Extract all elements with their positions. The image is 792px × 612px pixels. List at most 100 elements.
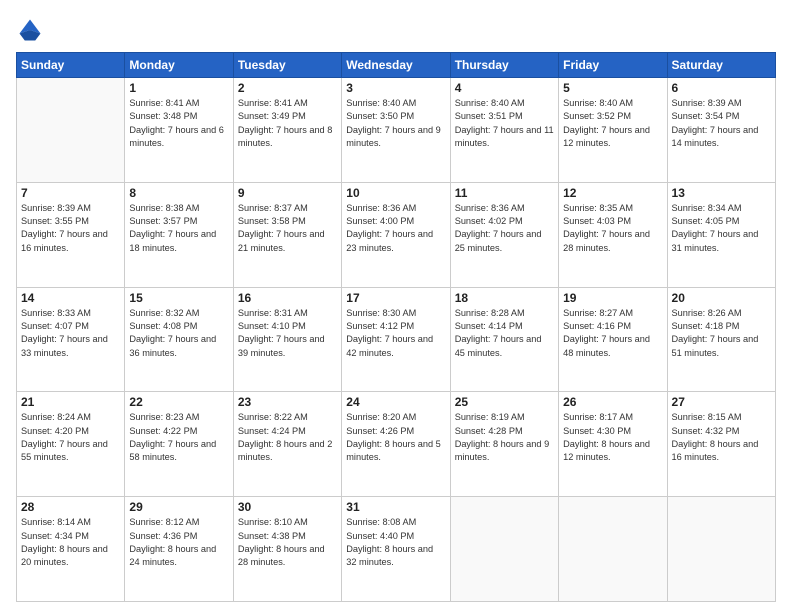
day-info: Sunrise: 8:41 AM Sunset: 3:49 PM Dayligh…: [238, 97, 337, 150]
day-info: Sunrise: 8:32 AM Sunset: 4:08 PM Dayligh…: [129, 307, 228, 360]
weekday-header-thursday: Thursday: [450, 53, 558, 78]
day-info: Sunrise: 8:40 AM Sunset: 3:50 PM Dayligh…: [346, 97, 445, 150]
day-cell: [450, 497, 558, 602]
day-number: 19: [563, 291, 662, 305]
day-info: Sunrise: 8:31 AM Sunset: 4:10 PM Dayligh…: [238, 307, 337, 360]
logo-icon: [16, 16, 44, 44]
day-number: 10: [346, 186, 445, 200]
week-row-4: 28 Sunrise: 8:14 AM Sunset: 4:34 PM Dayli…: [17, 497, 776, 602]
day-number: 1: [129, 81, 228, 95]
day-info: Sunrise: 8:10 AM Sunset: 4:38 PM Dayligh…: [238, 516, 337, 569]
weekday-header-friday: Friday: [559, 53, 667, 78]
day-cell: 25 Sunrise: 8:19 AM Sunset: 4:28 PM Dayli…: [450, 392, 558, 497]
logo: [16, 16, 48, 44]
day-cell: 18 Sunrise: 8:28 AM Sunset: 4:14 PM Dayli…: [450, 287, 558, 392]
day-cell: 5 Sunrise: 8:40 AM Sunset: 3:52 PM Daylig…: [559, 78, 667, 183]
day-cell: 20Sunrise: 8:26 AM Sunset: 4:18 PM Dayli…: [667, 287, 775, 392]
calendar-table: SundayMondayTuesdayWednesdayThursdayFrid…: [16, 52, 776, 602]
day-info: Sunrise: 8:20 AM Sunset: 4:26 PM Dayligh…: [346, 411, 445, 464]
day-info: Sunrise: 8:39 AM Sunset: 3:55 PM Dayligh…: [21, 202, 120, 255]
weekday-header-sunday: Sunday: [17, 53, 125, 78]
day-info: Sunrise: 8:40 AM Sunset: 3:52 PM Dayligh…: [563, 97, 662, 150]
day-cell: [17, 78, 125, 183]
day-info: Sunrise: 8:36 AM Sunset: 4:00 PM Dayligh…: [346, 202, 445, 255]
day-number: 4: [455, 81, 554, 95]
day-info: Sunrise: 8:41 AM Sunset: 3:48 PM Dayligh…: [129, 97, 228, 150]
day-cell: 13 Sunrise: 8:34 AM Sunset: 4:05 PM Dayli…: [667, 182, 775, 287]
day-info: Sunrise: 8:39 AM Sunset: 3:54 PM Dayligh…: [672, 97, 771, 150]
day-number: 3: [346, 81, 445, 95]
day-info: Sunrise: 8:23 AM Sunset: 4:22 PM Dayligh…: [129, 411, 228, 464]
day-cell: 10 Sunrise: 8:36 AM Sunset: 4:00 PM Dayli…: [342, 182, 450, 287]
day-info: Sunrise: 8:27 AM Sunset: 4:16 PM Dayligh…: [563, 307, 662, 360]
day-cell: 14 Sunrise: 8:33 AM Sunset: 4:07 PM Dayli…: [17, 287, 125, 392]
day-info: Sunrise: 8:36 AM Sunset: 4:02 PM Dayligh…: [455, 202, 554, 255]
day-info: Sunrise: 8:26 AM Sunset: 4:18 PM Dayligh…: [672, 307, 771, 360]
day-info: Sunrise: 8:15 AM Sunset: 4:32 PM Dayligh…: [672, 411, 771, 464]
day-number: 28: [21, 500, 120, 514]
day-info: Sunrise: 8:12 AM Sunset: 4:36 PM Dayligh…: [129, 516, 228, 569]
day-number: 6: [672, 81, 771, 95]
day-cell: 24 Sunrise: 8:20 AM Sunset: 4:26 PM Dayli…: [342, 392, 450, 497]
day-cell: 29 Sunrise: 8:12 AM Sunset: 4:36 PM Dayli…: [125, 497, 233, 602]
day-cell: 1 Sunrise: 8:41 AM Sunset: 3:48 PM Daylig…: [125, 78, 233, 183]
day-cell: 22 Sunrise: 8:23 AM Sunset: 4:22 PM Dayli…: [125, 392, 233, 497]
day-cell: 4 Sunrise: 8:40 AM Sunset: 3:51 PM Daylig…: [450, 78, 558, 183]
weekday-header-monday: Monday: [125, 53, 233, 78]
day-cell: 2 Sunrise: 8:41 AM Sunset: 3:49 PM Daylig…: [233, 78, 341, 183]
day-number: 11: [455, 186, 554, 200]
day-info: Sunrise: 8:30 AM Sunset: 4:12 PM Dayligh…: [346, 307, 445, 360]
day-cell: 12Sunrise: 8:35 AM Sunset: 4:03 PM Dayli…: [559, 182, 667, 287]
day-info: Sunrise: 8:34 AM Sunset: 4:05 PM Dayligh…: [672, 202, 771, 255]
day-cell: 19 Sunrise: 8:27 AM Sunset: 4:16 PM Dayli…: [559, 287, 667, 392]
day-cell: 9 Sunrise: 8:37 AM Sunset: 3:58 PM Daylig…: [233, 182, 341, 287]
day-cell: 17Sunrise: 8:30 AM Sunset: 4:12 PM Dayli…: [342, 287, 450, 392]
day-cell: 15 Sunrise: 8:32 AM Sunset: 4:08 PM Dayli…: [125, 287, 233, 392]
day-info: Sunrise: 8:14 AM Sunset: 4:34 PM Dayligh…: [21, 516, 120, 569]
day-number: 26: [563, 395, 662, 409]
weekday-header-wednesday: Wednesday: [342, 53, 450, 78]
day-cell: 28 Sunrise: 8:14 AM Sunset: 4:34 PM Dayli…: [17, 497, 125, 602]
day-number: 29: [129, 500, 228, 514]
day-number: 5: [563, 81, 662, 95]
day-info: Sunrise: 8:40 AM Sunset: 3:51 PM Dayligh…: [455, 97, 554, 150]
day-cell: [559, 497, 667, 602]
day-info: Sunrise: 8:24 AM Sunset: 4:20 PM Dayligh…: [21, 411, 120, 464]
day-info: Sunrise: 8:38 AM Sunset: 3:57 PM Dayligh…: [129, 202, 228, 255]
day-number: 23: [238, 395, 337, 409]
day-number: 31: [346, 500, 445, 514]
week-row-1: 7 Sunrise: 8:39 AM Sunset: 3:55 PM Daylig…: [17, 182, 776, 287]
day-number: 8: [129, 186, 228, 200]
day-cell: 27Sunrise: 8:15 AM Sunset: 4:32 PM Dayli…: [667, 392, 775, 497]
day-cell: 16Sunrise: 8:31 AM Sunset: 4:10 PM Dayli…: [233, 287, 341, 392]
day-number: 2: [238, 81, 337, 95]
day-info: Sunrise: 8:17 AM Sunset: 4:30 PM Dayligh…: [563, 411, 662, 464]
day-cell: 7 Sunrise: 8:39 AM Sunset: 3:55 PM Daylig…: [17, 182, 125, 287]
day-number: 9: [238, 186, 337, 200]
weekday-header-tuesday: Tuesday: [233, 53, 341, 78]
day-info: Sunrise: 8:28 AM Sunset: 4:14 PM Dayligh…: [455, 307, 554, 360]
day-info: Sunrise: 8:33 AM Sunset: 4:07 PM Dayligh…: [21, 307, 120, 360]
day-cell: 31 Sunrise: 8:08 AM Sunset: 4:40 PM Dayli…: [342, 497, 450, 602]
day-number: 24: [346, 395, 445, 409]
day-number: 7: [21, 186, 120, 200]
day-number: 15: [129, 291, 228, 305]
day-number: 25: [455, 395, 554, 409]
day-number: 21: [21, 395, 120, 409]
day-number: 13: [672, 186, 771, 200]
day-cell: 11 Sunrise: 8:36 AM Sunset: 4:02 PM Dayli…: [450, 182, 558, 287]
day-number: 22: [129, 395, 228, 409]
day-info: Sunrise: 8:19 AM Sunset: 4:28 PM Dayligh…: [455, 411, 554, 464]
week-row-0: 1 Sunrise: 8:41 AM Sunset: 3:48 PM Daylig…: [17, 78, 776, 183]
day-cell: 3 Sunrise: 8:40 AM Sunset: 3:50 PM Daylig…: [342, 78, 450, 183]
day-info: Sunrise: 8:22 AM Sunset: 4:24 PM Dayligh…: [238, 411, 337, 464]
day-info: Sunrise: 8:37 AM Sunset: 3:58 PM Dayligh…: [238, 202, 337, 255]
weekday-header-saturday: Saturday: [667, 53, 775, 78]
day-number: 14: [21, 291, 120, 305]
day-info: Sunrise: 8:08 AM Sunset: 4:40 PM Dayligh…: [346, 516, 445, 569]
day-cell: [667, 497, 775, 602]
day-cell: 8 Sunrise: 8:38 AM Sunset: 3:57 PM Daylig…: [125, 182, 233, 287]
day-cell: 23 Sunrise: 8:22 AM Sunset: 4:24 PM Dayli…: [233, 392, 341, 497]
day-number: 18: [455, 291, 554, 305]
week-row-2: 14 Sunrise: 8:33 AM Sunset: 4:07 PM Dayli…: [17, 287, 776, 392]
